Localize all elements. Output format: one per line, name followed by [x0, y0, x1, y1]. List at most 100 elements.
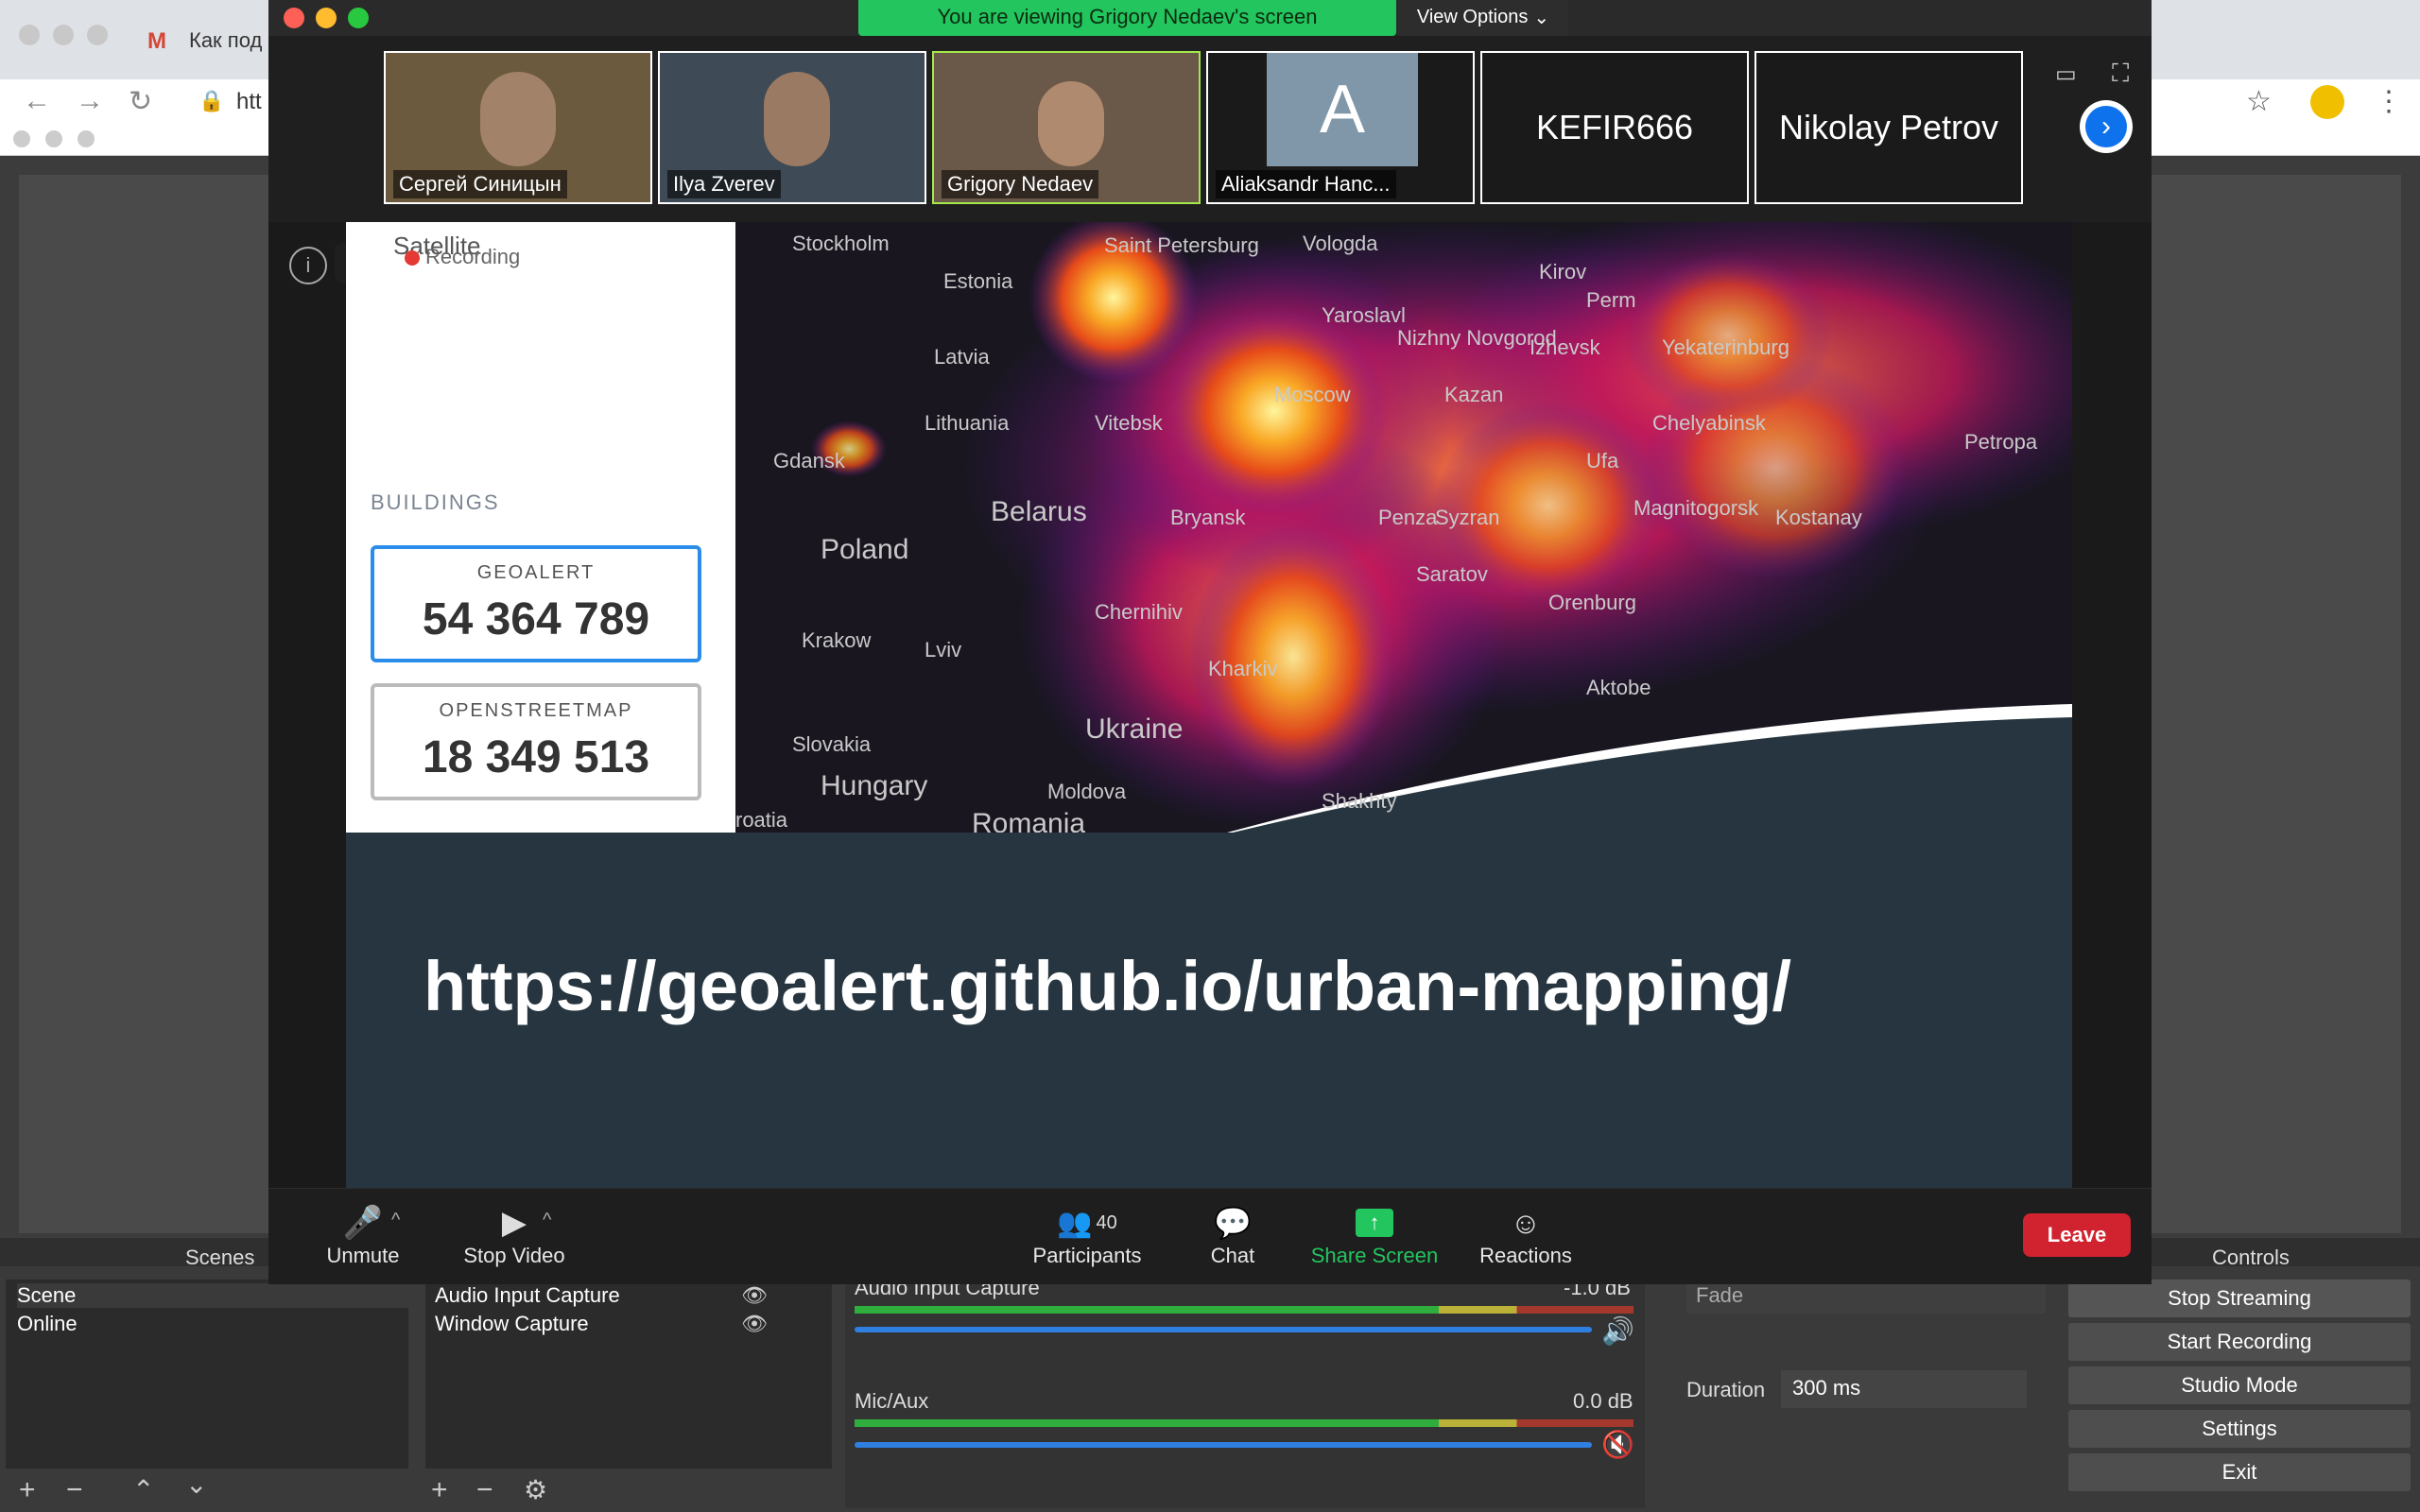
- chevron-up-icon[interactable]: ^: [543, 1210, 551, 1231]
- participant-name: Grigory Nedaev: [942, 170, 1099, 198]
- close-button[interactable]: [284, 8, 304, 28]
- scene-item[interactable]: Online: [17, 1312, 78, 1336]
- minimize-light[interactable]: [53, 25, 74, 45]
- buildings-heading: BUILDINGS: [371, 490, 500, 514]
- leave-button[interactable]: Leave: [2023, 1213, 2131, 1257]
- map-label: Shakhty: [1322, 789, 1397, 813]
- unmute-button[interactable]: 🎤 Unmute: [306, 1202, 420, 1268]
- map-label: Saint Petersburg: [1104, 233, 1259, 257]
- viewing-banner-text: You are viewing Grigory Nedaev's screen: [937, 5, 1318, 28]
- stop-video-button[interactable]: ▶ Stop Video: [439, 1202, 590, 1268]
- studio-mode-button[interactable]: Studio Mode: [2068, 1366, 2411, 1404]
- video-tile[interactable]: Сергей Синицын: [384, 51, 652, 204]
- close-light[interactable]: [19, 25, 40, 45]
- remove-source-icon[interactable]: −: [476, 1474, 493, 1506]
- fullscreen-icon[interactable]: ⛶: [2112, 59, 2129, 89]
- chevron-up-icon[interactable]: ^: [391, 1210, 400, 1231]
- add-source-icon[interactable]: +: [431, 1474, 448, 1506]
- next-page-button[interactable]: ›: [2080, 100, 2133, 153]
- avatar-letter: A: [1267, 53, 1418, 166]
- speaker-icon[interactable]: 🔊: [1601, 1315, 1634, 1347]
- volume-slider[interactable]: [855, 1327, 1592, 1332]
- view-options-button[interactable]: View Options ⌄: [1398, 0, 1568, 36]
- map-label: Aktobe: [1586, 676, 1651, 699]
- move-up-icon[interactable]: ⌃: [132, 1474, 154, 1505]
- extension-icon[interactable]: [2310, 85, 2344, 119]
- map-label: Izhevsk: [1530, 335, 1600, 359]
- gmail-icon: M: [147, 28, 166, 54]
- geoalert-card: GEOALERT 54 364 789: [371, 545, 701, 662]
- participant-avatar: [764, 72, 830, 166]
- maximize-button[interactable]: [348, 8, 369, 28]
- map-label: Penza: [1378, 506, 1438, 529]
- video-tile[interactable]: Nikolay Petrov: [1754, 51, 2023, 204]
- map-label: Yaroslavl: [1322, 303, 1406, 327]
- start-recording-button[interactable]: Start Recording: [2068, 1323, 2411, 1361]
- minimize-button[interactable]: [316, 8, 337, 28]
- map-label: Krakow: [802, 628, 872, 652]
- map-label: Slovakia: [792, 732, 872, 756]
- video-tile[interactable]: KEFIR666: [1480, 51, 1749, 204]
- share-screen-button[interactable]: ↑ Share Screen: [1299, 1202, 1450, 1268]
- map-label: Belarus: [991, 496, 1087, 527]
- video-tile-active-speaker[interactable]: Grigory Nedaev: [932, 51, 1201, 204]
- reactions-button[interactable]: ☺ Reactions: [1469, 1202, 1582, 1268]
- lock-icon: 🔒: [199, 89, 225, 112]
- menu-icon[interactable]: ⋮: [2375, 85, 2403, 118]
- visibility-icon[interactable]: 👁: [741, 1312, 768, 1336]
- zoom-light[interactable]: [87, 25, 108, 45]
- chat-icon: 💬: [1214, 1206, 1252, 1240]
- stop-streaming-button[interactable]: Stop Streaming: [2068, 1280, 2411, 1317]
- sources-list: Audio Input Capture Window Capture 👁 👁: [425, 1280, 832, 1469]
- zoom-titlebar: You are viewing Grigory Nedaev's screen …: [268, 0, 2152, 36]
- viewing-banner: You are viewing Grigory Nedaev's screen: [858, 0, 1396, 36]
- map-label: Perm: [1586, 288, 1636, 312]
- reload-icon[interactable]: ↻: [129, 85, 152, 118]
- participant-name: Ilya Zverev: [667, 170, 781, 198]
- osm-value: 18 349 513: [422, 732, 650, 782]
- participants-button[interactable]: 👥 40 Participants: [1021, 1202, 1153, 1268]
- remove-scene-icon[interactable]: −: [66, 1474, 83, 1506]
- chat-button[interactable]: 💬 Chat: [1185, 1202, 1280, 1268]
- participant-avatar: [1038, 81, 1104, 166]
- volume-slider[interactable]: [855, 1442, 1592, 1448]
- transition-select[interactable]: Fade: [1686, 1280, 2046, 1314]
- scenes-list: Scene Online: [6, 1280, 414, 1469]
- reactions-label: Reactions: [1479, 1244, 1572, 1267]
- reactions-icon: ☺: [1510, 1205, 1542, 1240]
- source-settings-icon[interactable]: ⚙: [524, 1474, 547, 1505]
- add-scene-icon[interactable]: +: [19, 1474, 36, 1506]
- scenes-title: Scenes: [185, 1246, 255, 1269]
- map-label: Kharkiv: [1208, 657, 1278, 680]
- source-item[interactable]: Audio Input Capture: [435, 1283, 620, 1308]
- video-tile[interactable]: A Aliaksandr Hanc...: [1206, 51, 1475, 204]
- move-down-icon[interactable]: ⌄: [185, 1469, 207, 1500]
- heatmap: Stockholm Saint Petersburg Vologda Kirov Est…: [735, 222, 2072, 833]
- star-icon[interactable]: ☆: [2246, 85, 2272, 118]
- video-tile[interactable]: Ilya Zverev: [658, 51, 926, 204]
- map-label: Stockholm: [792, 232, 890, 255]
- info-icon[interactable]: i: [289, 247, 327, 284]
- map-label: Moldova: [1047, 780, 1127, 803]
- map-label: Lviv: [925, 638, 962, 662]
- map-label: Magnitogorsk: [1634, 496, 1759, 520]
- map-label: Saratov: [1416, 562, 1488, 586]
- browser-tab-title[interactable]: Как под: [189, 28, 262, 53]
- controls-title: Controls: [2212, 1246, 2290, 1269]
- settings-button[interactable]: Settings: [2068, 1410, 2411, 1448]
- visibility-icon[interactable]: 👁: [741, 1283, 768, 1308]
- map-label: Vitebsk: [1095, 411, 1163, 435]
- duration-input[interactable]: 300 ms: [1781, 1370, 2027, 1408]
- slide-url[interactable]: https://geoalert.github.io/urban-mapping…: [424, 946, 1791, 1026]
- chevron-down-icon: ⌄: [1533, 7, 1550, 28]
- forward-icon[interactable]: →: [76, 85, 104, 117]
- url-bar[interactable]: htt: [236, 89, 262, 115]
- recording-label: Recording: [425, 245, 521, 268]
- recording-dot-icon: [405, 250, 420, 266]
- exit-button[interactable]: Exit: [2068, 1453, 2411, 1491]
- scene-item[interactable]: Scene: [17, 1283, 414, 1308]
- source-item[interactable]: Window Capture: [435, 1312, 589, 1336]
- back-icon[interactable]: ←: [23, 85, 51, 117]
- layout-icon[interactable]: ▭: [2055, 60, 2077, 88]
- mute-icon[interactable]: 🔇: [1601, 1429, 1634, 1460]
